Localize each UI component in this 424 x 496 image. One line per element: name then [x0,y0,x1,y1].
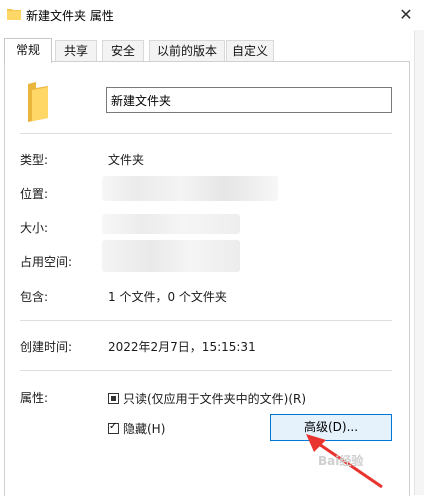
title-bar: 新建文件夹 属性 ✕ [0,0,424,30]
advanced-button[interactable]: 高级(D)... [270,414,392,441]
folder-name-input[interactable] [106,87,392,113]
tab-sharing[interactable]: 共享 [55,40,97,61]
location-value-redacted [102,176,278,201]
hidden-checkbox[interactable] [108,421,119,434]
created-value: 2022年2月7日，15:15:31 [108,340,256,354]
size-on-disk-value-redacted [102,240,240,272]
type-label: 类型: [20,153,49,167]
size-label: 大小: [20,221,49,235]
tab-previous-versions[interactable]: 以前的版本 [149,40,225,61]
window-edge [414,30,424,495]
tab-customize[interactable]: 自定义 [226,40,274,61]
folder-icon [26,82,50,125]
contains-value: 1 个文件，0 个文件夹 [108,290,227,304]
tab-security[interactable]: 安全 [102,40,144,61]
contains-label: 包含: [20,290,49,304]
tab-general[interactable]: 常规 [4,38,52,63]
location-label: 位置: [20,187,49,201]
close-button[interactable]: ✕ [388,0,424,30]
size-on-disk-label: 占用空间: [20,255,73,269]
watermark: Bai经验 [318,454,364,468]
hidden-label: 隐藏(H) [123,422,166,436]
created-label: 创建时间: [20,340,73,354]
tab-strip: 常规 共享 安全 以前的版本 自定义 [0,38,424,63]
size-value-redacted [102,214,240,234]
type-value: 文件夹 [108,153,145,167]
readonly-label: 只读(仅应用于文件夹中的文件)(R) [123,392,307,406]
readonly-checkbox[interactable] [108,393,119,404]
attributes-label: 属性: [20,391,49,405]
divider [20,133,392,134]
folder-icon [7,8,21,23]
window-title: 新建文件夹 属性 [26,9,114,23]
divider [20,320,392,321]
divider [20,370,392,371]
